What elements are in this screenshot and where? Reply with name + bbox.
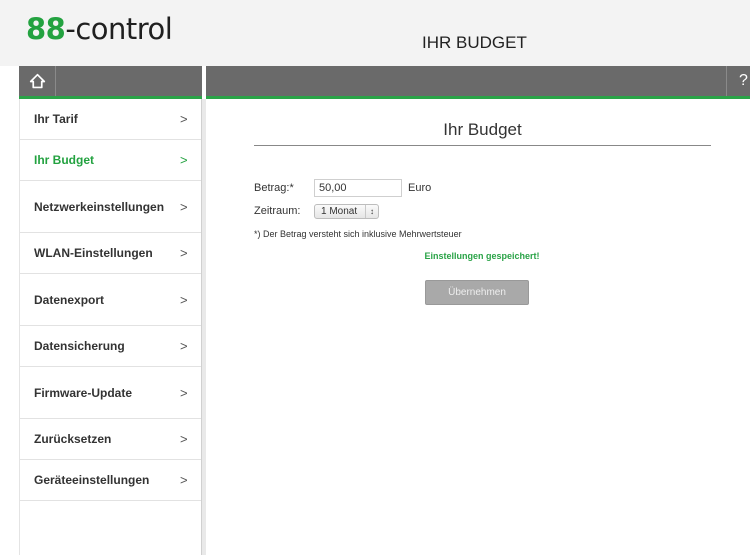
sidebar-item-label: Firmware-Update: [34, 385, 133, 400]
apply-button[interactable]: Übernehmen: [425, 280, 529, 305]
sidebar-item-label: WLAN-Einstellungen: [34, 246, 153, 260]
chevron-right-icon: >: [180, 385, 188, 400]
sidebar-item-label: Zurücksetzen: [34, 432, 112, 446]
logo: 88-control: [26, 12, 173, 46]
main-content: Ihr Budget Betrag:* Euro Zeitraum: 1 Mon…: [206, 99, 750, 555]
top-bar: ?: [0, 66, 750, 99]
title-divider: [254, 145, 711, 146]
amount-unit: Euro: [408, 182, 432, 194]
home-icon: [29, 73, 45, 88]
select-arrows-icon: ↕: [365, 205, 378, 218]
sidebar-item-datenexport[interactable]: Datenexport >: [20, 274, 201, 326]
sidebar-item-label: Geräteeinstellungen: [34, 473, 150, 487]
chevron-right-icon: >: [180, 472, 188, 488]
main-top-bar: ?: [206, 66, 750, 99]
home-button[interactable]: [19, 66, 56, 96]
chevron-right-icon: >: [180, 111, 188, 127]
sidebar-item-label: Datenexport: [34, 292, 105, 307]
sidebar-item-geraete[interactable]: Geräteeinstellungen >: [20, 460, 201, 501]
sidebar-item-datensicherung[interactable]: Datensicherung >: [20, 326, 201, 367]
amount-label: Betrag:*: [254, 182, 294, 194]
sidebar: Ihr Tarif > Ihr Budget > Netzwerkeinstel…: [19, 99, 202, 555]
sidebar-item-netzwerk[interactable]: Netzwerkeinstellungen >: [20, 181, 201, 233]
logo-text: -control: [65, 12, 173, 46]
sidebar-item-label: Ihr Tarif: [34, 112, 78, 126]
sidebar-item-zuruecksetzen[interactable]: Zurücksetzen >: [20, 419, 201, 460]
sidebar-item-label: Datensicherung: [34, 339, 125, 353]
chevron-right-icon: >: [180, 338, 188, 354]
logo-prefix: 88: [26, 12, 66, 46]
app-header: 88-control IHR BUDGET: [0, 0, 750, 66]
sidebar-item-wlan[interactable]: WLAN-Einstellungen >: [20, 233, 201, 274]
sidebar-item-tarif[interactable]: Ihr Tarif >: [20, 99, 201, 140]
sidebar-item-label: Netzwerkeinstellungen: [34, 199, 165, 214]
chevron-right-icon: >: [180, 152, 188, 168]
chevron-right-icon: >: [180, 245, 188, 261]
page-title: Ihr Budget: [443, 120, 522, 139]
help-button[interactable]: ?: [726, 66, 750, 96]
chevron-right-icon: >: [180, 292, 188, 307]
sidebar-item-firmware[interactable]: Firmware-Update >: [20, 367, 201, 419]
page-header-title: IHR BUDGET: [422, 33, 527, 52]
sidebar-top-bar: [19, 66, 202, 99]
amount-input[interactable]: [314, 179, 402, 197]
period-label: Zeitraum:: [254, 205, 301, 217]
saved-message: Einstellungen gespeichert!: [424, 251, 540, 261]
period-select-value: 1 Monat: [321, 206, 358, 217]
chevron-right-icon: >: [180, 199, 188, 214]
sidebar-item-budget[interactable]: Ihr Budget >: [20, 140, 201, 181]
period-select[interactable]: 1 Monat ↕: [314, 204, 379, 219]
sidebar-item-label: Ihr Budget: [34, 153, 94, 167]
vat-note: *) Der Betrag versteht sich inklusive Me…: [254, 229, 462, 239]
help-icon: ?: [739, 72, 748, 89]
chevron-right-icon: >: [180, 431, 188, 447]
